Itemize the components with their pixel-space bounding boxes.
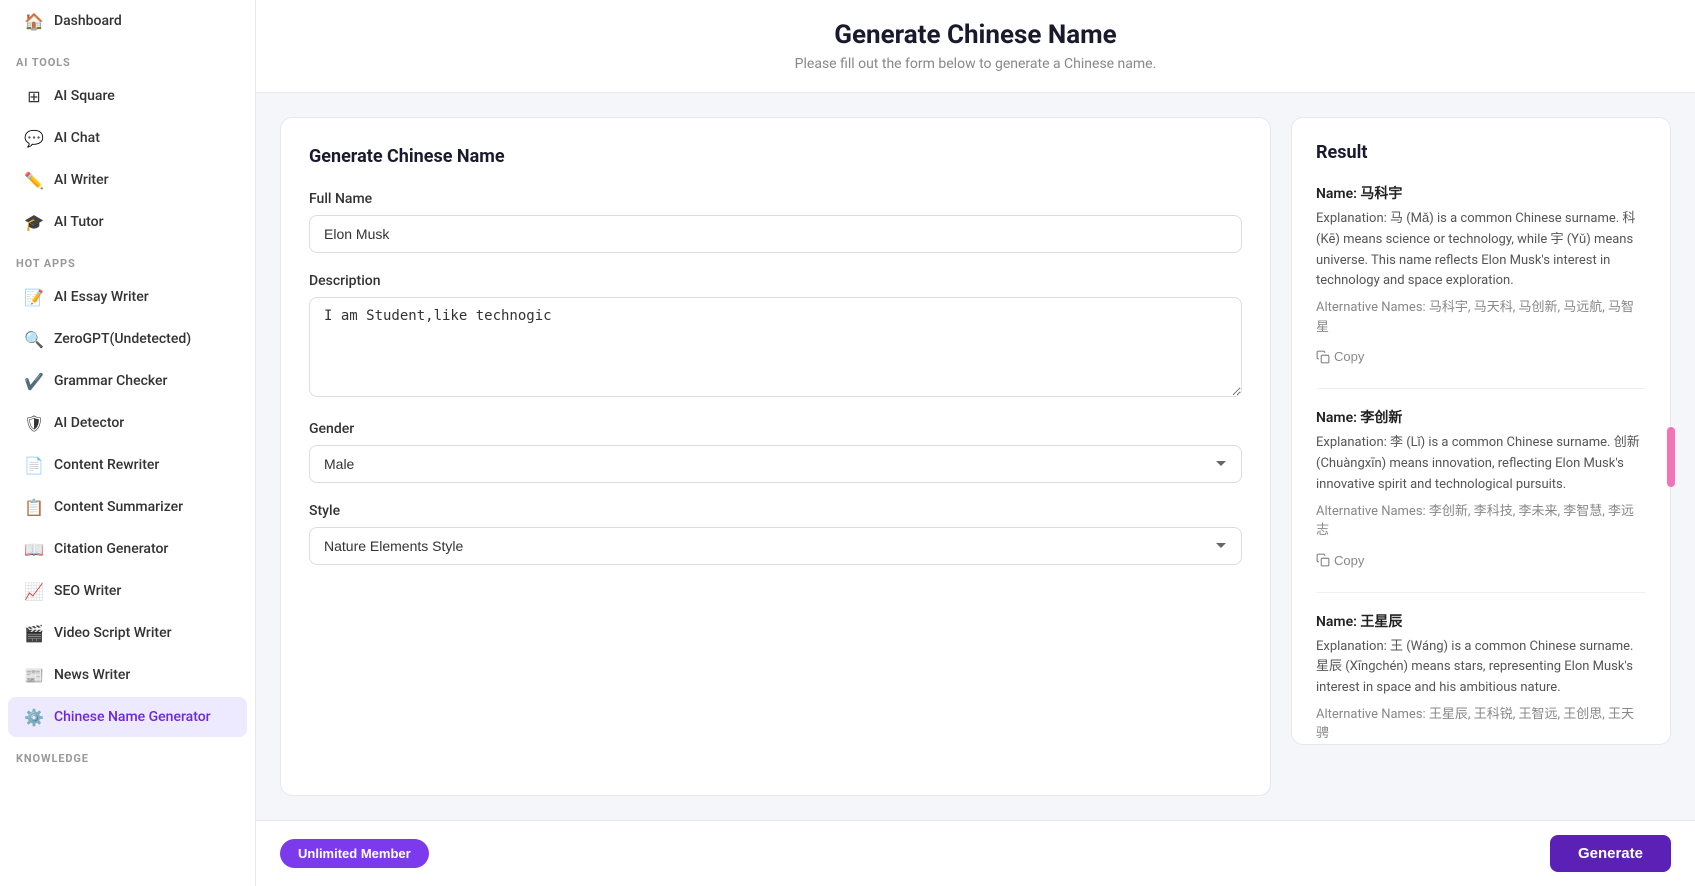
result-item-1: Name: 马科宇 Explanation: 马 (Mǎ) is a commo… <box>1316 183 1646 389</box>
form-title: Generate Chinese Name <box>309 146 1242 167</box>
main-content: Generate Chinese Name Please fill out th… <box>256 0 1695 886</box>
news-writer-icon: 📰 <box>24 665 44 685</box>
sidebar-label-chinese-name-generator: Chinese Name Generator <box>54 709 211 725</box>
ai-writer-icon: ✏️ <box>24 170 44 190</box>
sidebar-label-ai-essay-writer: AI Essay Writer <box>54 289 149 305</box>
zerogpt-icon: 🔍 <box>24 329 44 349</box>
result-title: Result <box>1316 142 1646 163</box>
sidebar-label-news-writer: News Writer <box>54 667 130 683</box>
ai-chat-icon: 💬 <box>24 128 44 148</box>
description-label: Description <box>309 273 1242 289</box>
description-group: Description I am Student,like technogic <box>309 273 1242 401</box>
sidebar-item-ai-detector[interactable]: 🛡 AI Detector <box>8 403 247 443</box>
sidebar-item-news-writer[interactable]: 📰 News Writer <box>8 655 247 695</box>
sidebar-label-content-rewriter: Content Rewriter <box>54 457 159 473</box>
sidebar-label-ai-tutor: AI Tutor <box>54 214 104 230</box>
sidebar: 🏠 Dashboard AI TOOLS ⊞ AI Square 💬 AI Ch… <box>0 0 256 886</box>
result-panel: Result Name: 马科宇 Explanation: 马 (Mǎ) is … <box>1291 117 1671 745</box>
unlimited-member-button[interactable]: Unlimited Member <box>280 839 429 868</box>
content-rewriter-icon: 📄 <box>24 455 44 475</box>
sidebar-item-dashboard[interactable]: 🏠 Dashboard <box>8 1 247 41</box>
sidebar-label-citation-generator: Citation Generator <box>54 541 168 557</box>
full-name-input[interactable] <box>309 215 1242 253</box>
sidebar-item-grammar-checker[interactable]: ✔️ Grammar Checker <box>8 361 247 401</box>
sidebar-label-ai-detector: AI Detector <box>54 415 124 431</box>
generate-button[interactable]: Generate <box>1550 835 1671 872</box>
sidebar-item-ai-square[interactable]: ⊞ AI Square <box>8 76 247 116</box>
result-alternatives-1: Alternative Names: 马科宇, 马天科, 马创新, 马远航, 马… <box>1316 298 1646 337</box>
copy-button-1[interactable]: Copy <box>1316 343 1364 370</box>
result-name-3: Name: 王星辰 <box>1316 611 1646 631</box>
sidebar-item-ai-essay-writer[interactable]: 📝 AI Essay Writer <box>8 277 247 317</box>
grammar-checker-icon: ✔️ <box>24 371 44 391</box>
ai-essay-writer-icon: 📝 <box>24 287 44 307</box>
result-explanation-3: Explanation: 王 (Wáng) is a common Chines… <box>1316 637 1646 699</box>
sidebar-item-chinese-name-generator[interactable]: ⚙️ Chinese Name Generator <box>8 697 247 737</box>
style-label: Style <box>309 503 1242 519</box>
copy-label-2: Copy <box>1334 553 1364 568</box>
result-alternatives-3: Alternative Names: 王星辰, 王科锐, 王智远, 王创思, 王… <box>1316 705 1646 744</box>
result-item-2: Name: 李创新 Explanation: 李 (Lǐ) is a commo… <box>1316 407 1646 592</box>
page-header: Generate Chinese Name Please fill out th… <box>256 0 1695 93</box>
seo-writer-icon: 📈 <box>24 581 44 601</box>
full-name-label: Full Name <box>309 191 1242 207</box>
sidebar-item-ai-chat[interactable]: 💬 AI Chat <box>8 118 247 158</box>
page-title: Generate Chinese Name <box>288 20 1663 50</box>
pink-accent-decoration <box>1667 427 1675 487</box>
sidebar-label-ai-writer: AI Writer <box>54 172 109 188</box>
style-group: Style Nature Elements Style Classical St… <box>309 503 1242 565</box>
description-input[interactable]: I am Student,like technogic <box>309 297 1242 397</box>
gender-label: Gender <box>309 421 1242 437</box>
ai-tools-section-label: AI TOOLS <box>0 42 255 75</box>
full-name-group: Full Name <box>309 191 1242 253</box>
main-body: Generate Chinese Name Full Name Descript… <box>256 93 1695 820</box>
sidebar-item-zerogpt[interactable]: 🔍 ZeroGPT(Undetected) <box>8 319 247 359</box>
dashboard-icon: 🏠 <box>24 11 44 31</box>
result-alternatives-2: Alternative Names: 李创新, 李科技, 李未来, 李智慧, 李… <box>1316 502 1646 541</box>
sidebar-item-content-rewriter[interactable]: 📄 Content Rewriter <box>8 445 247 485</box>
gender-select[interactable]: Male Female Other <box>309 445 1242 483</box>
sidebar-label-dashboard: Dashboard <box>54 13 122 29</box>
result-item-3: Name: 王星辰 Explanation: 王 (Wáng) is a com… <box>1316 611 1646 745</box>
gender-group: Gender Male Female Other <box>309 421 1242 483</box>
citation-generator-icon: 📖 <box>24 539 44 559</box>
style-select[interactable]: Nature Elements Style Classical Style Mo… <box>309 527 1242 565</box>
sidebar-item-ai-writer[interactable]: ✏️ AI Writer <box>8 160 247 200</box>
form-panel: Generate Chinese Name Full Name Descript… <box>280 117 1271 796</box>
ai-detector-icon: 🛡 <box>24 413 44 433</box>
ai-tutor-icon: 🎓 <box>24 212 44 232</box>
result-panel-wrapper: Result Name: 马科宇 Explanation: 马 (Mǎ) is … <box>1291 117 1671 796</box>
hot-apps-section-label: HOT APPS <box>0 243 255 276</box>
sidebar-item-ai-tutor[interactable]: 🎓 AI Tutor <box>8 202 247 242</box>
sidebar-label-content-summarizer: Content Summarizer <box>54 499 183 515</box>
sidebar-label-video-script-writer: Video Script Writer <box>54 625 172 641</box>
ai-square-icon: ⊞ <box>24 86 44 106</box>
copy-label-1: Copy <box>1334 349 1364 364</box>
sidebar-item-content-summarizer[interactable]: 📋 Content Summarizer <box>8 487 247 527</box>
sidebar-label-ai-chat: AI Chat <box>54 130 100 146</box>
footer-bar: Unlimited Member Generate <box>256 820 1695 886</box>
sidebar-item-seo-writer[interactable]: 📈 SEO Writer <box>8 571 247 611</box>
chinese-name-generator-icon: ⚙️ <box>24 707 44 727</box>
result-name-1: Name: 马科宇 <box>1316 183 1646 203</box>
result-explanation-1: Explanation: 马 (Mǎ) is a common Chinese … <box>1316 209 1646 292</box>
copy-button-2[interactable]: Copy <box>1316 547 1364 574</box>
sidebar-label-grammar-checker: Grammar Checker <box>54 373 168 389</box>
sidebar-label-seo-writer: SEO Writer <box>54 583 121 599</box>
sidebar-label-ai-square: AI Square <box>54 88 115 104</box>
content-summarizer-icon: 📋 <box>24 497 44 517</box>
page-subtitle: Please fill out the form below to genera… <box>288 56 1663 72</box>
result-explanation-2: Explanation: 李 (Lǐ) is a common Chinese … <box>1316 433 1646 495</box>
knowledge-section-label: KNOWLEDGE <box>0 738 255 771</box>
sidebar-label-zerogpt: ZeroGPT(Undetected) <box>54 331 191 347</box>
sidebar-item-video-script-writer[interactable]: 🎬 Video Script Writer <box>8 613 247 653</box>
video-script-writer-icon: 🎬 <box>24 623 44 643</box>
sidebar-item-citation-generator[interactable]: 📖 Citation Generator <box>8 529 247 569</box>
result-name-2: Name: 李创新 <box>1316 407 1646 427</box>
